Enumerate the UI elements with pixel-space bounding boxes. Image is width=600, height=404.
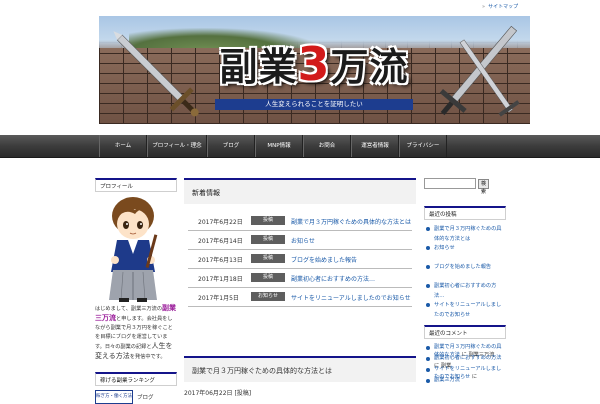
nav-item-privacy[interactable]: プライバシー [399,135,447,157]
news-link[interactable]: 副業初心者におすすめの方法… [291,274,375,283]
post-meta: 2017年06月22日 [投稿] [184,390,252,397]
recent-post-link[interactable]: 副業で月３万円稼ぐための具体的な方法とは [424,224,506,243]
recent-posts-title: 最近の投稿 [424,206,506,220]
logo-num: 3 [297,37,331,91]
left-sidebar: プロフィール はじめまして、副業三万流の副業三万流と申します。会社員をしながら副… [95,178,177,404]
right-sidebar: 検索 最近の投稿 副業で月３万円稼ぐための具体的な方法とは お知らせ ブログを始… [424,178,506,387]
nav-item-contact[interactable]: お問合 [303,135,351,157]
news-item: 2017年6月22日 投稿 副業で月３万円稼ぐための具体的な方法とは [188,212,412,231]
news-badge: 投稿 [251,235,285,244]
news-list: 2017年6月22日 投稿 副業で月３万円稼ぐための具体的な方法とは 2017年… [184,212,416,307]
news-date: 2017年6月22日 [198,219,243,226]
sitemap-mark: » [482,4,486,10]
header-banner[interactable]: 副業3万流 人生変えられることを証明したい [99,16,530,124]
sitemap-label[interactable]: サイトマップ [488,4,518,10]
search-button[interactable]: 検索 [478,178,489,195]
profile-description: はじめまして、副業三万流の副業三万流と申します。会社員をしながら副業で月３万円を… [95,304,177,362]
site-tagline: 人生変えられることを証明したい [215,99,413,110]
avatar-illustration-icon [109,197,158,302]
main-content: 新着情報 2017年6月22日 投稿 副業で月３万円稼ぐための具体的な方法とは … [184,178,416,397]
news-item: 2017年6月14日 投稿 お知らせ [188,231,412,250]
nav-item-operator[interactable]: 運営者情報 [351,135,399,157]
news-link[interactable]: 副業で月３万円稼ぐための具体的な方法とは [291,217,411,226]
news-link[interactable]: お知らせ [291,236,315,245]
recent-posts-widget: 最近の投稿 副業で月３万円稼ぐための具体的な方法とは お知らせ ブログを始めまし… [424,206,506,319]
news-link[interactable]: ブログを始めました報告 [291,255,357,264]
news-link[interactable]: サイトをリニューアルしましたのでお知らせ [291,293,411,302]
recent-post-link[interactable]: サイトをリニューアルしましたのでお知らせ [424,300,506,319]
post-title[interactable]: 副業で月３万円稼ぐための具体的な方法とは [184,356,416,382]
recent-post-link[interactable]: ブログを始めました報告 [424,262,506,281]
site-logo[interactable]: 副業3万流 [214,41,414,89]
news-title: 新着情報 [184,178,416,204]
nav-item-blog[interactable]: ブログ [207,135,255,157]
search-form: 検索 [424,178,506,195]
comment-item[interactable]: 副業三万流 [424,376,506,387]
news-date: 2017年1月18日 [198,276,243,283]
ranking-widget-title: 稼げる副業ランキング [95,372,177,386]
news-item: 2017年6月13日 投稿 ブログを始めました報告 [188,250,412,269]
ranking-banner[interactable]: 稼ぎ方・働く方法 ブログ [95,390,177,404]
news-badge: 投稿 [251,273,285,282]
comment-item[interactable]: 副業初心者におすすめの方法 に 副業 [424,354,506,369]
news-date: 2017年6月14日 [198,238,243,245]
recent-post-link[interactable]: お知らせ [424,243,506,262]
comment-item[interactable]: サイトをリニューアルしましたのでお知らせ に [424,365,506,380]
news-date: 2017年6月13日 [198,257,243,264]
logo-post: 万流 [330,45,409,89]
news-badge: お知らせ [251,292,285,301]
nav-item-profile[interactable]: プロフィール・理念 [147,135,207,157]
profile-text-3: を発信中です。 [129,354,166,360]
ranking-badge[interactable]: 稼ぎ方・働く方法 [95,390,133,404]
news-item: 2017年1月18日 投稿 副業初心者におすすめの方法… [188,269,412,288]
recent-comments-title: 最近のコメント [424,325,506,339]
sitemap-link[interactable]: » サイトマップ [482,3,518,10]
news-badge: 投稿 [251,254,285,263]
profile-text-1: はじめまして、副業三万流の [95,306,163,312]
comment-link[interactable]: 副業三万流 [434,377,460,383]
news-badge: 投稿 [251,216,285,225]
recent-posts-list: 副業で月３万円稼ぐための具体的な方法とは お知らせ ブログを始めました報告 副業… [424,220,506,319]
search-input[interactable] [424,178,476,189]
nav-item-mnp[interactable]: MNP情報 [255,135,303,157]
recent-post-link[interactable]: 副業初心者におすすめの方法… [424,281,506,300]
logo-pre: 副業 [219,45,298,89]
comment-link[interactable]: 副業初心者におすすめの方法 [434,355,501,361]
recent-comments-widget: 最近のコメント 副業で月３万円稼ぐための具体的な方法 に 副業三万流 副業初心者… [424,325,506,387]
profile-widget-title: プロフィール [95,178,177,192]
nav-item-home[interactable]: ホーム [99,135,147,157]
recent-comments-list: 副業で月３万円稼ぐための具体的な方法 に 副業三万流 副業初心者におすすめの方法… [424,339,506,387]
news-date: 2017年1月5日 [198,295,239,302]
main-nav: ホーム プロフィール・理念 ブログ MNP情報 お問合 運営者情報 プライバシー [0,135,600,158]
comment-item[interactable]: 副業で月３万円稼ぐための具体的な方法 に 副業三万流 [424,343,506,358]
profile-avatar [95,194,177,304]
news-item: 2017年1月5日 お知らせ サイトをリニューアルしましたのでお知らせ [188,288,412,307]
